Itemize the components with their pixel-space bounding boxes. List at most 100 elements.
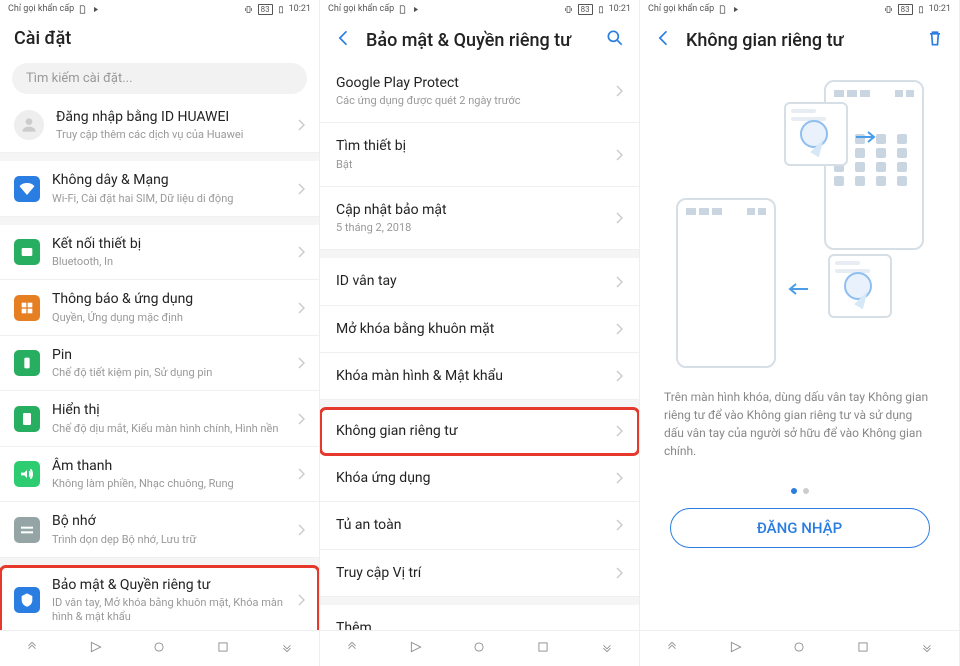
nav-recent-button[interactable] — [847, 635, 879, 662]
settings-row[interactable]: Không dây & MạngWi-Fi, Cài đặt hai SIM, … — [0, 161, 319, 216]
screen-security: Chỉ gọi khẩn cấp 83 10:21 Bảo mật & Quyề… — [320, 0, 640, 666]
row-title: Tủ an toàn — [336, 516, 615, 534]
description-text: Trên màn hình khóa, dùng dấu vân tay Khô… — [664, 388, 935, 460]
security-row[interactable]: Google Play Protect Các ứng dụng được qué… — [320, 60, 639, 123]
chevron-right-icon — [297, 524, 305, 536]
chevron-right-icon — [615, 519, 623, 531]
chevron-right-icon — [615, 370, 623, 382]
settings-row[interactable]: Âm thanh Không làm phiền, Nhạc chuông, Ru… — [0, 447, 319, 502]
search-button[interactable] — [605, 28, 625, 52]
row-sub: Không làm phiền, Nhạc chuông, Rung — [52, 477, 297, 491]
row-icon — [14, 517, 40, 543]
security-row[interactable]: ID vân tay — [320, 258, 639, 305]
security-row[interactable]: Tủ an toàn — [320, 502, 639, 549]
row-title: Google Play Protect — [336, 74, 615, 92]
vibrate-icon — [883, 5, 894, 14]
carrier-label: Chỉ gọi khẩn cấp — [648, 4, 714, 14]
nav-back-button[interactable] — [400, 635, 432, 662]
row-title: Thêm — [336, 619, 611, 630]
chevron-right-icon — [615, 85, 623, 97]
battery-icon — [917, 5, 925, 14]
nav-expand-button[interactable] — [16, 635, 48, 662]
header: Bảo mật & Quyền riêng tư — [320, 18, 639, 60]
chevron-right-icon — [615, 567, 623, 579]
nav-recent-button[interactable] — [207, 635, 239, 662]
settings-row[interactable]: Bảo mật & Quyền riêng tưID vân tay, Mở k… — [0, 566, 319, 630]
row-title: Không dây & Mạng — [52, 171, 297, 189]
security-row[interactable]: Khóa màn hình & Mật khẩu — [320, 353, 639, 400]
chevron-right-icon — [297, 468, 305, 480]
chevron-right-icon — [615, 425, 623, 437]
battery-icon — [597, 5, 605, 14]
nav-expand-button[interactable] — [336, 635, 368, 662]
privatespace-illustration — [664, 80, 936, 370]
page-title: Không gian riêng tư — [686, 30, 913, 51]
nav-recent-button[interactable] — [527, 635, 559, 662]
sim-icon — [398, 5, 407, 14]
play-icon — [91, 5, 100, 14]
security-row[interactable]: Cập nhật bảo mật5 tháng 2, 2018 — [320, 187, 639, 250]
chevron-right-icon — [297, 413, 305, 425]
nav-back-button[interactable] — [80, 635, 112, 662]
security-row[interactable]: ThêmKhóa SIM, Quản trị viên thiết bị — [320, 605, 639, 630]
vibrate-icon — [563, 5, 574, 14]
screen-settings: Chỉ gọi khẩn cấp 83 10:21 Cài đặt Tìm ki… — [0, 0, 320, 666]
nav-home-button[interactable] — [783, 635, 815, 662]
security-row[interactable]: Truy cập Vị trí — [320, 550, 639, 597]
settings-row[interactable]: Kết nối thiết bị Bluetooth, In — [0, 225, 319, 280]
back-button[interactable] — [654, 28, 674, 52]
security-row[interactable]: Không gian riêng tư — [320, 408, 639, 455]
settings-row[interactable]: Hiển thịChế độ dịu mắt, Kiểu màn hình ch… — [0, 391, 319, 446]
row-title: Truy cập Vị trí — [336, 564, 615, 582]
row-title: Bộ nhớ — [52, 512, 297, 530]
delete-button[interactable] — [925, 28, 945, 52]
chevron-right-icon — [615, 323, 623, 335]
status-bar: Chỉ gọi khẩn cấp 83 10:21 — [320, 0, 639, 18]
row-sub: Các ứng dụng được quét 2 ngày trước — [336, 94, 615, 108]
row-title: Kết nối thiết bị — [52, 235, 297, 253]
back-button[interactable] — [334, 28, 354, 52]
row-icon — [14, 239, 40, 265]
battery-label: 83 — [578, 4, 593, 15]
row-sub: Bluetooth, In — [52, 255, 297, 269]
row-sub: Chế độ tiết kiệm pin, Sử dụng pin — [52, 366, 297, 380]
avatar-icon — [14, 110, 44, 140]
login-title: Đăng nhập bằng ID HUAWEI — [56, 108, 297, 126]
carrier-label: Chỉ gọi khẩn cấp — [8, 4, 74, 14]
security-row[interactable]: Mở khóa bằng khuôn mặt — [320, 306, 639, 353]
settings-row[interactable]: Bộ nhớTrình dọn dẹp Bộ nhớ, Lưu trữ — [0, 502, 319, 557]
chevron-right-icon — [615, 212, 623, 224]
carrier-label: Chỉ gọi khẩn cấp — [328, 4, 394, 14]
nav-collapse-button[interactable] — [911, 635, 943, 662]
row-title: Bảo mật & Quyền riêng tư — [52, 576, 297, 594]
hand-bottom-icon — [840, 268, 884, 312]
row-title: Mở khóa bằng khuôn mặt — [336, 320, 615, 338]
chevron-right-icon — [297, 246, 305, 258]
nav-collapse-button[interactable] — [591, 635, 623, 662]
security-row[interactable]: Khóa ứng dụng — [320, 455, 639, 502]
battery-icon — [277, 5, 285, 14]
time-label: 10:21 — [289, 4, 311, 14]
nav-expand-button[interactable] — [656, 635, 688, 662]
page-title: Cài đặt — [14, 28, 305, 49]
row-sub: Chế độ dịu mắt, Kiểu màn hình chính, Hìn… — [52, 422, 297, 436]
search-input[interactable]: Tìm kiếm cài đặt... — [12, 63, 307, 94]
status-bar: Chỉ gọi khẩn cấp 83 10:21 — [0, 0, 319, 18]
login-row[interactable]: Đăng nhập bằng ID HUAWEI Truy cập thêm c… — [0, 98, 319, 153]
security-row[interactable]: Tìm thiết bịBật — [320, 123, 639, 186]
nav-home-button[interactable] — [143, 635, 175, 662]
settings-row[interactable]: PinChế độ tiết kiệm pin, Sử dụng pin — [0, 336, 319, 391]
row-sub: 5 tháng 2, 2018 — [336, 221, 615, 235]
login-button[interactable]: ĐĂNG NHẬP — [670, 508, 930, 548]
nav-back-button[interactable] — [720, 635, 752, 662]
chevron-right-icon — [297, 183, 305, 195]
sim-icon — [78, 5, 87, 14]
settings-row[interactable]: Thông báo & ứng dụngQuyền, Ứng dụng mặc … — [0, 280, 319, 335]
security-list: Google Play Protect Các ứng dụng được qué… — [320, 60, 639, 630]
row-title: Âm thanh — [52, 457, 297, 475]
row-title: Tìm thiết bị — [336, 137, 615, 155]
row-sub: Quyền, Ứng dụng mặc định — [52, 311, 297, 325]
nav-home-button[interactable] — [463, 635, 495, 662]
nav-collapse-button[interactable] — [271, 635, 303, 662]
chevron-right-icon — [297, 594, 305, 606]
